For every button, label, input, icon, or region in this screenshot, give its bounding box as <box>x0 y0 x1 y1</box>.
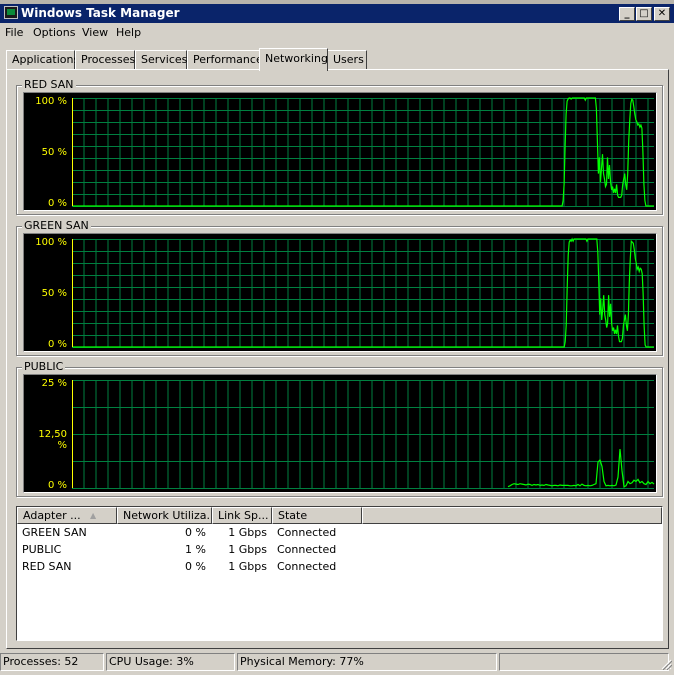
utilization-trace <box>73 97 654 207</box>
adapter-name: GREEN SAN <box>22 526 87 539</box>
minimize-button[interactable]: _ <box>619 7 635 21</box>
column-header-link-speed[interactable]: Link Sp... <box>212 507 272 524</box>
tab-applications[interactable]: Applications <box>6 50 79 70</box>
menu-help[interactable]: Help <box>116 26 141 39</box>
tab-processes[interactable]: Processes <box>75 50 135 70</box>
column-label: Adapter ... <box>23 509 81 522</box>
graph-plot <box>72 237 654 348</box>
adapter-list-header: Adapter ... ▲ Network Utiliza... Link Sp… <box>17 507 662 524</box>
adapter-state: Connected <box>277 560 337 573</box>
status-physical-memory: Physical Memory: 77% <box>237 653 497 671</box>
close-button[interactable]: ✕ <box>654 7 670 21</box>
task-manager-icon <box>4 6 18 19</box>
graph-red-san: 100 % 50 % 0 % <box>23 92 657 211</box>
adapter-utilization: 1 % <box>185 543 206 556</box>
column-header-state[interactable]: State <box>272 507 362 524</box>
adapter-utilization: 0 % <box>185 560 206 573</box>
column-header-adapter[interactable]: Adapter ... ▲ <box>17 507 117 524</box>
maximize-button[interactable]: □ <box>636 7 652 21</box>
adapter-state: Connected <box>277 526 337 539</box>
graph-public: 25 % 12,50 % 0 % <box>23 374 657 493</box>
tab-services[interactable]: Services <box>135 50 187 70</box>
menu-options[interactable]: Options <box>33 26 75 39</box>
graph-plot <box>72 380 655 489</box>
graph-group-red-san: RED SAN 100 % 50 % 0 % <box>16 78 663 215</box>
column-header-filler <box>362 507 662 524</box>
adapter-list[interactable]: Adapter ... ▲ Network Utiliza... Link Sp… <box>16 506 663 641</box>
sort-ascending-icon: ▲ <box>90 511 97 520</box>
graph-green-san: 100 % 50 % 0 % <box>23 233 657 352</box>
column-header-network-utilization[interactable]: Network Utiliza... <box>117 507 212 524</box>
title-bar[interactable]: Windows Task Manager _ □ ✕ <box>0 4 674 23</box>
table-row[interactable]: RED SAN 0 % 1 Gbps Connected <box>17 558 662 575</box>
networking-panel: RED SAN 100 % 50 % 0 % GREEN SAN 100 % 5… <box>6 69 669 649</box>
tab-performance[interactable]: Performance <box>187 50 263 70</box>
adapter-link-speed: 1 Gbps <box>228 543 267 556</box>
table-row[interactable]: GREEN SAN 0 % 1 Gbps Connected <box>17 524 662 541</box>
graph-title: GREEN SAN <box>22 219 91 232</box>
table-row[interactable]: PUBLIC 1 % 1 Gbps Connected <box>17 541 662 558</box>
utilization-trace <box>507 449 655 488</box>
status-empty-panel <box>499 653 669 671</box>
tab-networking[interactable]: Networking <box>259 48 328 71</box>
graph-plot <box>72 97 654 207</box>
adapter-name: PUBLIC <box>22 543 62 556</box>
resize-grip-icon[interactable] <box>660 658 672 670</box>
adapter-name: RED SAN <box>22 560 72 573</box>
status-processes: Processes: 52 <box>0 653 104 671</box>
status-bar: Processes: 52 CPU Usage: 3% Physical Mem… <box>0 652 674 672</box>
menu-view[interactable]: View <box>82 26 108 39</box>
graph-title: PUBLIC <box>22 360 66 373</box>
utilization-trace <box>73 237 654 348</box>
menu-bar: File Options View Help <box>0 24 674 42</box>
graph-group-green-san: GREEN SAN 100 % 50 % 0 % <box>16 219 663 356</box>
adapter-link-speed: 1 Gbps <box>228 560 267 573</box>
adapter-state: Connected <box>277 543 337 556</box>
graph-title: RED SAN <box>22 78 76 91</box>
tab-users[interactable]: Users <box>327 50 367 70</box>
graph-group-public: PUBLIC 25 % 12,50 % 0 % <box>16 360 663 497</box>
status-cpu-usage: CPU Usage: 3% <box>106 653 235 671</box>
adapter-link-speed: 1 Gbps <box>228 526 267 539</box>
menu-file[interactable]: File <box>5 26 23 39</box>
window-title: Windows Task Manager <box>21 6 180 20</box>
adapter-utilization: 0 % <box>185 526 206 539</box>
task-manager-window: Windows Task Manager _ □ ✕ File Options … <box>0 0 674 675</box>
